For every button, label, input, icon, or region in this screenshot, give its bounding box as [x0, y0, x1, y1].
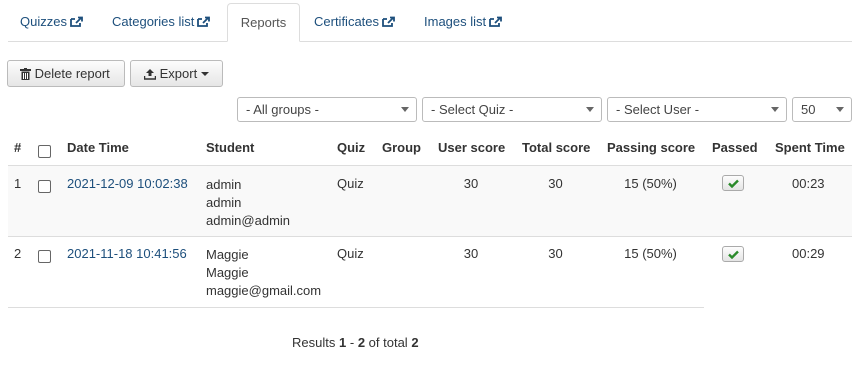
check-icon — [728, 250, 739, 259]
row-passing-score: 15 (50%) — [624, 176, 677, 191]
header-spent-time[interactable]: Spent Time — [775, 140, 845, 155]
header-passed[interactable]: Passed — [712, 140, 758, 155]
row-checkbox[interactable] — [38, 250, 51, 263]
student-name: admin — [206, 177, 242, 192]
results-prefix: Results — [292, 335, 336, 350]
tab-images-list[interactable]: Images list — [424, 3, 503, 40]
row-spent-time: 00:23 — [792, 176, 825, 191]
tab-bar: Quizzes Categories list Reports Certific… — [8, 3, 852, 42]
row-total-score: 30 — [548, 176, 563, 191]
row-datetime-link[interactable]: 2021-11-18 10:41:56 — [67, 246, 187, 261]
passed-toggle-button[interactable] — [722, 246, 744, 262]
student-email: maggie@gmail.com — [206, 283, 322, 298]
tab-quizzes[interactable]: Quizzes — [20, 3, 83, 40]
external-link-icon — [489, 16, 503, 27]
delete-report-label: Delete report — [34, 66, 110, 81]
header-date-time[interactable]: Date Time — [67, 140, 129, 155]
page-limit-value: 50 — [801, 102, 816, 117]
row-total-score: 30 — [548, 246, 563, 261]
header-total-score[interactable]: Total score — [522, 140, 590, 155]
student-username: admin — [206, 195, 242, 210]
export-button[interactable]: Export — [130, 60, 223, 87]
results-dash: - — [349, 335, 355, 350]
results-of-total: of total — [368, 335, 408, 350]
check-icon — [728, 179, 739, 188]
user-filter-value: - Select User - — [616, 102, 700, 117]
row-checkbox[interactable] — [38, 180, 51, 193]
tab-label: Categories list — [112, 14, 195, 29]
trash-icon — [20, 68, 31, 80]
upload-icon — [143, 69, 157, 80]
select-all-checkbox[interactable] — [38, 145, 51, 158]
external-link-icon — [197, 16, 211, 27]
passed-toggle-button[interactable] — [722, 175, 744, 191]
tab-label: Quizzes — [20, 14, 67, 29]
row-user-score: 30 — [463, 176, 479, 191]
user-filter-select[interactable]: - Select User - — [607, 97, 787, 122]
table-bottom-divider — [8, 307, 704, 308]
tab-label: Certificates — [314, 14, 380, 29]
student-info: Maggie Maggie maggie@gmail.com — [206, 246, 321, 300]
tab-label: Images list — [424, 14, 487, 29]
row-user-score: 30 — [463, 246, 479, 261]
row-number: 2 — [14, 246, 22, 261]
header-number: # — [14, 140, 22, 155]
external-link-icon — [382, 16, 395, 27]
header-student[interactable]: Student — [206, 140, 254, 155]
results-from: 1 — [338, 335, 347, 350]
row-spent-time: 00:29 — [792, 246, 825, 261]
quiz-filter-value: - Select Quiz - — [431, 102, 514, 117]
row-number: 1 — [14, 176, 22, 191]
tab-reports[interactable]: Reports — [227, 3, 300, 42]
chevron-down-icon — [401, 107, 409, 112]
row-quiz: Quiz — [337, 176, 364, 191]
header-group[interactable]: Group — [382, 140, 421, 155]
quiz-filter-select[interactable]: - Select Quiz - — [422, 97, 602, 122]
tab-categories-list[interactable]: Categories list — [112, 3, 211, 40]
row-passing-score: 15 (50%) — [624, 246, 677, 261]
row-quiz: Quiz — [337, 246, 364, 261]
tab-certificates[interactable]: Certificates — [314, 3, 395, 40]
student-username: Maggie — [206, 265, 249, 280]
chevron-down-icon — [771, 107, 779, 112]
student-email: admin@admin — [206, 213, 291, 228]
header-user-score[interactable]: User score — [438, 140, 505, 155]
chevron-down-icon — [836, 107, 844, 112]
external-link-icon — [70, 16, 83, 27]
export-label: Export — [159, 66, 198, 81]
header-passing-score[interactable]: Passing score — [607, 140, 695, 155]
group-filter-select[interactable]: - All groups - — [237, 97, 417, 122]
group-filter-value: - All groups - — [246, 102, 319, 117]
results-total: 2 — [411, 335, 419, 350]
chevron-down-icon — [201, 72, 210, 76]
delete-report-button[interactable]: Delete report — [7, 60, 125, 87]
student-name: Maggie — [206, 247, 249, 262]
row-datetime-link[interactable]: 2021-12-09 10:02:38 — [67, 176, 188, 191]
header-quiz[interactable]: Quiz — [337, 140, 365, 155]
page-limit-select[interactable]: 50 — [792, 97, 852, 122]
chevron-down-icon — [586, 107, 594, 112]
tab-label: Reports — [240, 15, 287, 30]
row-divider — [8, 236, 852, 237]
results-to: 2 — [357, 335, 366, 350]
pagination-summary: Results 1 - 2 of total 2 — [292, 335, 419, 350]
student-info: admin admin admin@admin — [206, 176, 290, 230]
